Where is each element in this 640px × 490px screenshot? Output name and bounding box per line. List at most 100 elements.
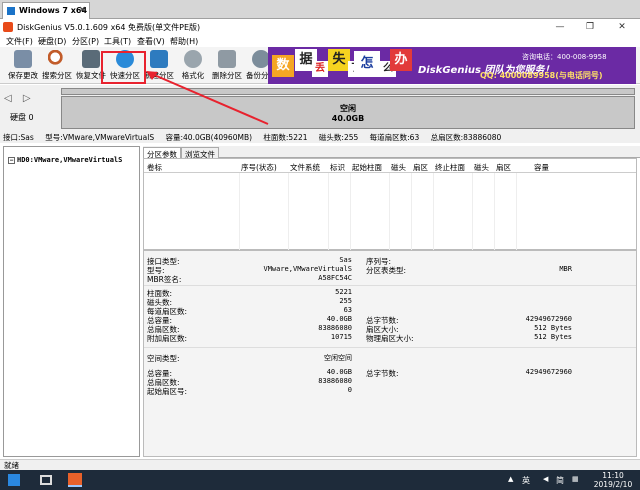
menu-file[interactable]: 文件(F) (6, 36, 33, 47)
banner-qq: QQ: 4000089958(与电话同号) (480, 71, 603, 80)
mbr-signature-value: A58FC54C (318, 274, 352, 282)
info-heads: 磁头数:255 (318, 133, 359, 142)
network-icon[interactable]: ▲ (508, 475, 513, 483)
menu-help[interactable]: 帮助(H) (170, 36, 198, 47)
diskgenius-taskbar-icon[interactable] (68, 473, 82, 487)
separator (144, 347, 636, 348)
vm-tab-close-icon[interactable]: × (78, 5, 86, 15)
tray-ime[interactable]: 简 (556, 475, 564, 486)
partition-name: 空闲 (340, 104, 356, 113)
format-button[interactable]: 格式化 (176, 49, 210, 83)
info-cylinders: 柱面数:5221 (263, 133, 308, 142)
taskbar: ▲ 英 ◀ 简 ▦ 11:10 2019/2/10 (0, 470, 640, 490)
banner-char-3: 丢 (312, 61, 328, 77)
app-icon (3, 22, 13, 32)
table-type-value: MBR (559, 265, 572, 273)
disk-label: 硬盘 0 (10, 113, 34, 122)
title-bar: DiskGenius V5.0.1.609 x64 免费版(单文件PE版) — … (0, 19, 640, 35)
menu-view[interactable]: 查看(V) (137, 36, 165, 47)
partition-table: 卷标 序号(状态) 文件系统 标识 起始柱面 磁头 扇区 终止柱面 磁头 扇区 … (143, 158, 637, 251)
space-type-label: 空间类型: (147, 354, 180, 363)
disk-details: 接口类型: Sas 序列号: 型号: VMware,VMwareVirtualS… (143, 250, 637, 457)
tree-item-label: HD0:VMware,VMwareVirtualS (17, 156, 123, 164)
col-end-head[interactable]: 磁头 (474, 162, 489, 173)
vm-tab-title: Windows 7 x64 (19, 6, 88, 15)
grid-divider (389, 173, 390, 251)
total-bytes-value: 42949672960 (525, 315, 572, 323)
free-bytes-label: 总字节数: (366, 369, 399, 378)
menu-partition[interactable]: 分区(P) (72, 36, 99, 47)
clock-date: 2019/2/10 (593, 480, 633, 489)
physical-sector-size-label: 物理扇区大小: (366, 334, 414, 343)
separator (144, 285, 636, 286)
grid-divider (433, 173, 434, 251)
ad-banner[interactable]: 数 据 丢 失 了 怎 么 办 DiskGenius 团队为您服务！ 咨询电话：… (268, 47, 636, 84)
grid-divider (516, 173, 517, 251)
grid-divider (328, 173, 329, 251)
grid-divider (494, 173, 495, 251)
col-start-cylinder[interactable]: 起始柱面 (352, 162, 382, 173)
free-space-partition[interactable]: 空闲 40.0GB (61, 96, 635, 129)
tab-browse-files[interactable]: 浏览文件 (181, 147, 219, 159)
close-button[interactable]: ✕ (610, 21, 634, 33)
col-start-sector[interactable]: 扇区 (413, 162, 428, 173)
col-capacity[interactable]: 容量 (534, 162, 549, 173)
disk-tree: − HD0:VMware,VMwareVirtualS (3, 146, 140, 457)
start-sector-label: 起始扇区号: (147, 387, 188, 396)
vm-home-icon (7, 7, 15, 15)
banner-char-1: 数 (272, 55, 294, 77)
maximize-button[interactable]: ❐ (578, 21, 602, 33)
banner-char-8: 办 (390, 49, 412, 71)
col-end-cylinder[interactable]: 终止柱面 (435, 162, 465, 173)
disk-nav-arrows[interactable]: ◁ ▷ (4, 93, 35, 104)
clock-time: 11:10 (602, 471, 624, 480)
free-sectors-value: 83886080 (318, 377, 352, 385)
menu-disk[interactable]: 硬盘(D) (38, 36, 66, 47)
status-bar: 就绪 (0, 459, 640, 470)
expander-icon[interactable]: − (8, 156, 15, 164)
tab-partition-params[interactable]: 分区参数 (143, 147, 181, 159)
col-end-sector[interactable]: 扇区 (496, 162, 511, 173)
menu-tools[interactable]: 工具(T) (104, 36, 131, 47)
delete-icon (218, 50, 236, 68)
grid-divider (411, 173, 412, 251)
start-sector-value: 0 (347, 386, 352, 394)
grid-divider (472, 173, 473, 251)
vm-tab[interactable]: Windows 7 x64 × (2, 2, 90, 19)
clock[interactable]: 11:10 2019/2/10 (590, 471, 636, 489)
banner-phone: 咨询电话：400-008-9958 (522, 53, 607, 61)
col-id[interactable]: 标识 (330, 162, 345, 173)
disk-info-line: 接口:Sas 型号:VMware,VMwareVirtualS 容量:40.0G… (0, 132, 640, 143)
grid-divider (350, 173, 351, 251)
tray-lang[interactable]: 英 (522, 475, 530, 486)
status-text: 就绪 (4, 461, 19, 470)
menu-bar: 文件(F) 硬盘(D) 分区(P) 工具(T) 查看(V) 帮助(H) (0, 35, 640, 47)
save-changes-button[interactable]: 保存更改 (6, 49, 40, 83)
new-partition-button[interactable]: 新建分区 (142, 49, 176, 83)
sector-size-value: 512 Bytes (534, 324, 572, 332)
minimize-button[interactable]: — (548, 21, 572, 33)
new-partition-icon (150, 50, 168, 68)
partition-table-header: 卷标 序号(状态) 文件系统 标识 起始柱面 磁头 扇区 终止柱面 磁头 扇区 … (144, 159, 636, 173)
col-filesystem[interactable]: 文件系统 (290, 162, 320, 173)
col-index-status[interactable]: 序号(状态) (241, 162, 277, 173)
info-sectors-per-track: 每道扇区数:63 (369, 133, 420, 142)
restore-icon (82, 50, 100, 68)
keyboard-icon[interactable]: ▦ (572, 475, 579, 483)
space-type-value: 空闲空间 (324, 354, 352, 362)
col-volume-label[interactable]: 卷标 (147, 162, 162, 173)
speaker-icon[interactable]: ◀ (543, 475, 548, 483)
vm-tab-strip: Windows 7 x64 × (0, 0, 640, 19)
info-total-sectors: 总扇区数:83886080 (430, 133, 502, 142)
banner-char-4: 失 (328, 49, 350, 71)
col-start-head[interactable]: 磁头 (391, 162, 406, 173)
extra-sectors-value: 10715 (330, 333, 352, 341)
delete-partition-button[interactable]: 删除分区 (210, 49, 244, 83)
interface-value: Sas (339, 256, 352, 264)
search-partition-button[interactable]: 搜索分区 (40, 49, 74, 83)
start-icon[interactable] (8, 474, 20, 486)
mbr-signature-label: MBR签名: (147, 275, 182, 284)
cylinders-value: 5221 (335, 288, 352, 296)
tree-item-hd0[interactable]: − HD0:VMware,VMwareVirtualS (8, 156, 122, 164)
file-explorer-icon[interactable] (40, 475, 52, 485)
